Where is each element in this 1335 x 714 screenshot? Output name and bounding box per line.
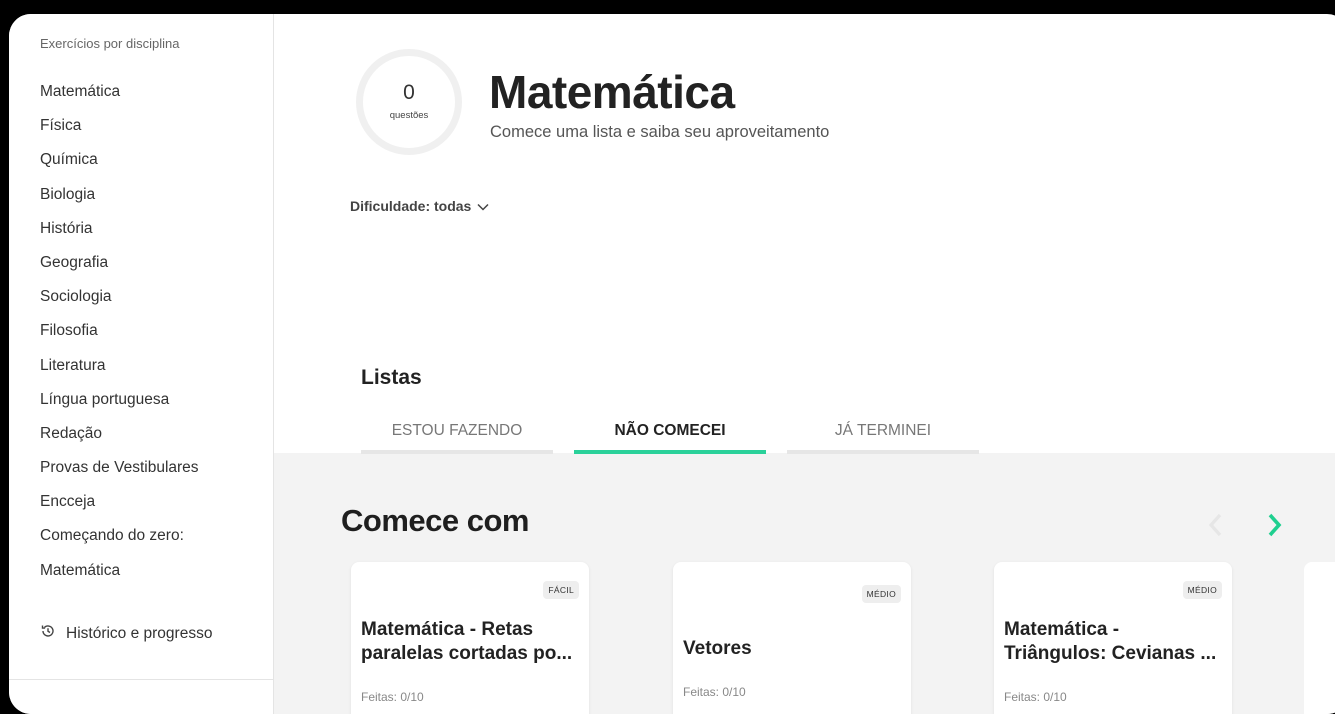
question-count-badge: 0 questões (356, 49, 462, 155)
difficulty-label: Dificuldade: todas (350, 198, 472, 214)
carousel-next-button[interactable] (1264, 510, 1284, 540)
sidebar-item-sociologia[interactable]: Sociologia (40, 288, 199, 322)
chevron-right-icon (1268, 513, 1282, 537)
difficulty-badge: FÁCIL (543, 581, 579, 599)
sidebar: Exercícios por disciplina Matemática Fís… (9, 14, 274, 714)
sidebar-item-encceja[interactable]: Encceja (40, 493, 199, 527)
tab-ja-terminei[interactable]: JÁ TERMINEI (787, 422, 979, 454)
question-count: 0 (403, 81, 415, 104)
sidebar-heading: Exercícios por disciplina (40, 36, 180, 51)
chevron-down-icon (477, 198, 489, 214)
main-content: 0 questões Matemática Comece uma lista e… (274, 14, 1335, 714)
tab-nao-comecei[interactable]: NÃO COMECEI (574, 422, 766, 454)
card-title: Matemática - Retas paralelas cortadas po… (361, 619, 573, 664)
list-card-partial[interactable] (1304, 562, 1335, 714)
lists-title: Listas (361, 366, 422, 389)
sidebar-item-geografia[interactable]: Geografia (40, 254, 199, 288)
difficulty-dropdown[interactable]: Dificuldade: todas (350, 198, 489, 214)
card-title: Vetores (683, 638, 752, 659)
sidebar-item-filosofia[interactable]: Filosofia (40, 322, 199, 356)
section-title: Comece com (341, 503, 529, 538)
list-card[interactable]: FÁCIL Matemática - Retas paralelas corta… (351, 562, 589, 714)
sidebar-item-fisica[interactable]: Física (40, 117, 199, 151)
sidebar-item-biologia[interactable]: Biologia (40, 186, 199, 220)
list-card[interactable]: MÉDIO Vetores Feitas: 0/10 (673, 562, 911, 714)
sidebar-item-comecando-do-zero[interactable]: Começando do zero: (40, 527, 199, 561)
sidebar-item-comecando-matematica[interactable]: Matemática (40, 562, 199, 596)
sidebar-item-provas-vestibulares[interactable]: Provas de Vestibulares (40, 459, 199, 493)
history-label: Histórico e progresso (66, 624, 213, 642)
sidebar-divider (9, 679, 273, 680)
page-subtitle: Comece uma lista e saiba seu aproveitame… (490, 123, 830, 141)
card-progress: Feitas: 0/10 (1004, 690, 1067, 704)
card-progress: Feitas: 0/10 (361, 690, 424, 704)
carousel-prev-button[interactable] (1206, 510, 1226, 540)
history-link[interactable]: Histórico e progresso (40, 623, 212, 644)
sidebar-item-redacao[interactable]: Redação (40, 425, 199, 459)
sidebar-item-historia[interactable]: História (40, 220, 199, 254)
chevron-left-icon (1208, 513, 1222, 537)
page-title: Matemática (489, 66, 735, 118)
difficulty-badge: MÉDIO (861, 585, 901, 603)
history-icon (40, 623, 56, 644)
sidebar-item-quimica[interactable]: Química (40, 151, 199, 185)
card-progress: Feitas: 0/10 (683, 685, 746, 699)
sidebar-item-lingua-portuguesa[interactable]: Língua portuguesa (40, 391, 199, 425)
sidebar-item-literatura[interactable]: Literatura (40, 357, 199, 391)
tab-estou-fazendo[interactable]: ESTOU FAZENDO (361, 422, 553, 454)
sidebar-item-matematica[interactable]: Matemática (40, 83, 199, 117)
list-card[interactable]: MÉDIO Matemática - Triângulos: Cevianas … (994, 562, 1232, 714)
question-count-label: questões (389, 110, 429, 121)
difficulty-badge: MÉDIO (1182, 581, 1222, 599)
sidebar-list: Matemática Física Química Biologia Histó… (40, 83, 199, 596)
list-tabs: ESTOU FAZENDO NÃO COMECEI JÁ TERMINEI (361, 422, 979, 454)
card-title: Matemática - Triângulos: Cevianas ... (1004, 619, 1217, 664)
app-window: Exercícios por disciplina Matemática Fís… (9, 14, 1335, 714)
